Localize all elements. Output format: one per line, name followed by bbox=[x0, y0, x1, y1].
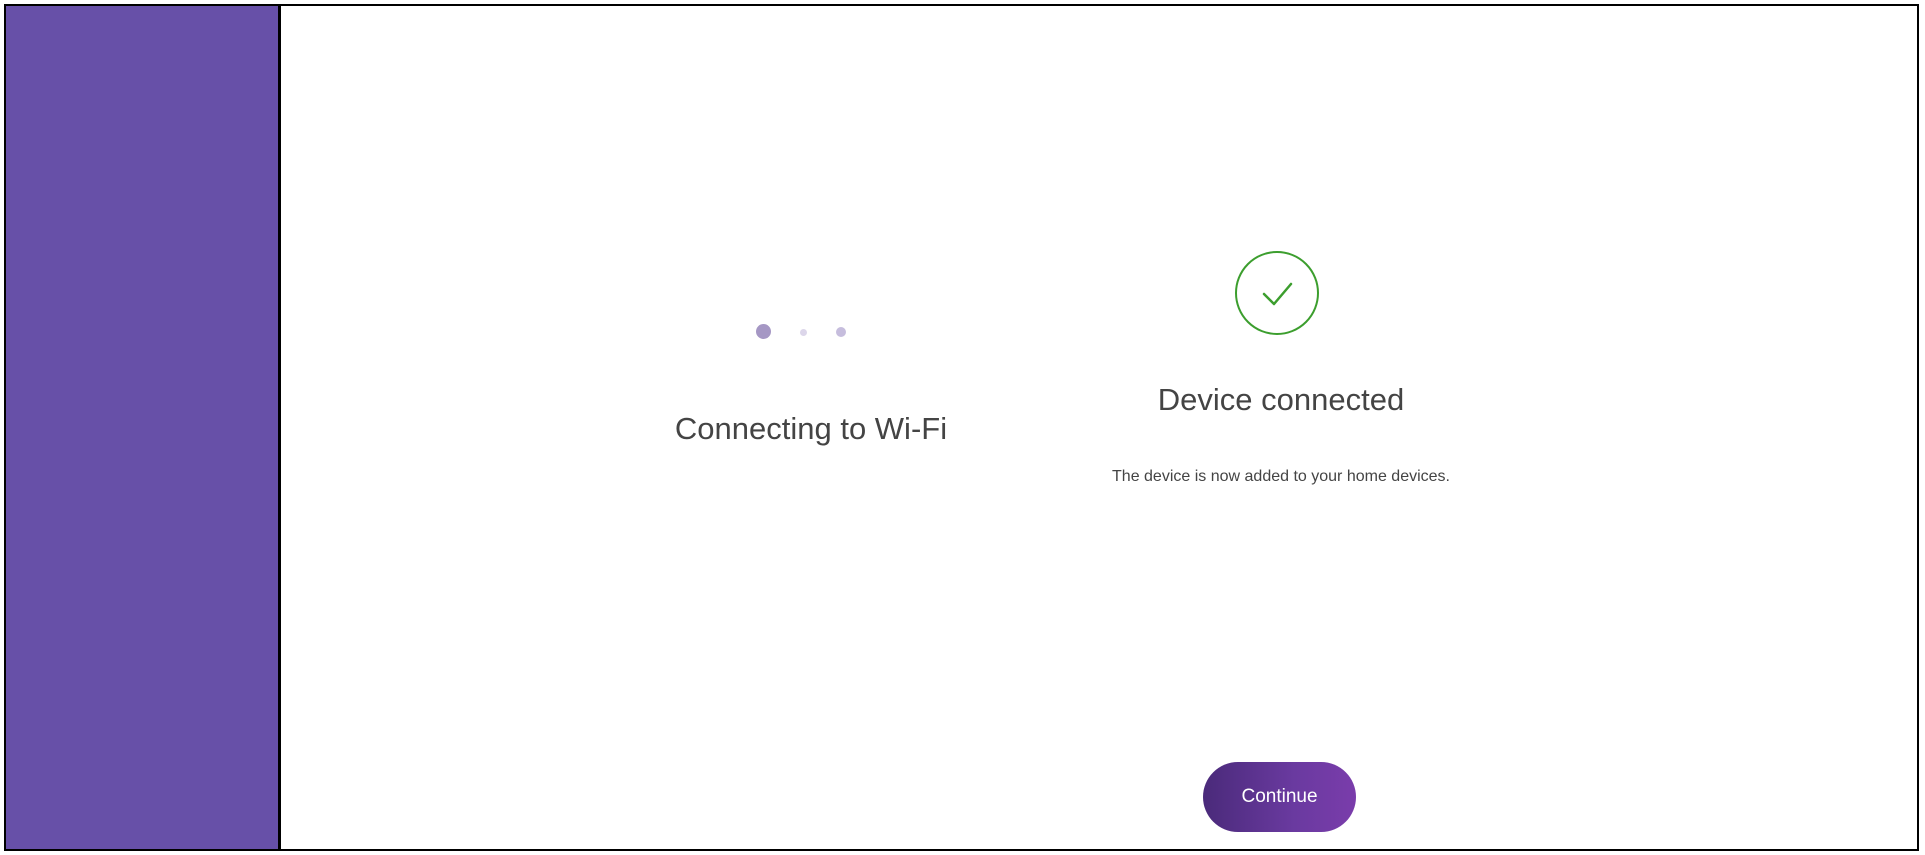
loading-dots-indicator bbox=[756, 324, 856, 344]
device-connected-description: The device is now added to your home dev… bbox=[1112, 468, 1450, 485]
checkmark-icon bbox=[1262, 282, 1293, 306]
connecting-wifi-title: Connecting to Wi-Fi bbox=[674, 411, 948, 446]
app-frame: Connecting to Wi-Fi Device connected The… bbox=[4, 4, 1919, 851]
check-circle-icon bbox=[1235, 251, 1319, 335]
main-content: Connecting to Wi-Fi Device connected The… bbox=[281, 6, 1917, 849]
loading-dot bbox=[800, 329, 807, 336]
loading-dot bbox=[836, 327, 846, 337]
sidebar-panel bbox=[6, 6, 281, 849]
continue-button[interactable]: Continue bbox=[1203, 762, 1356, 832]
device-connected-title: Device connected bbox=[1157, 382, 1405, 417]
loading-dot bbox=[756, 324, 771, 339]
